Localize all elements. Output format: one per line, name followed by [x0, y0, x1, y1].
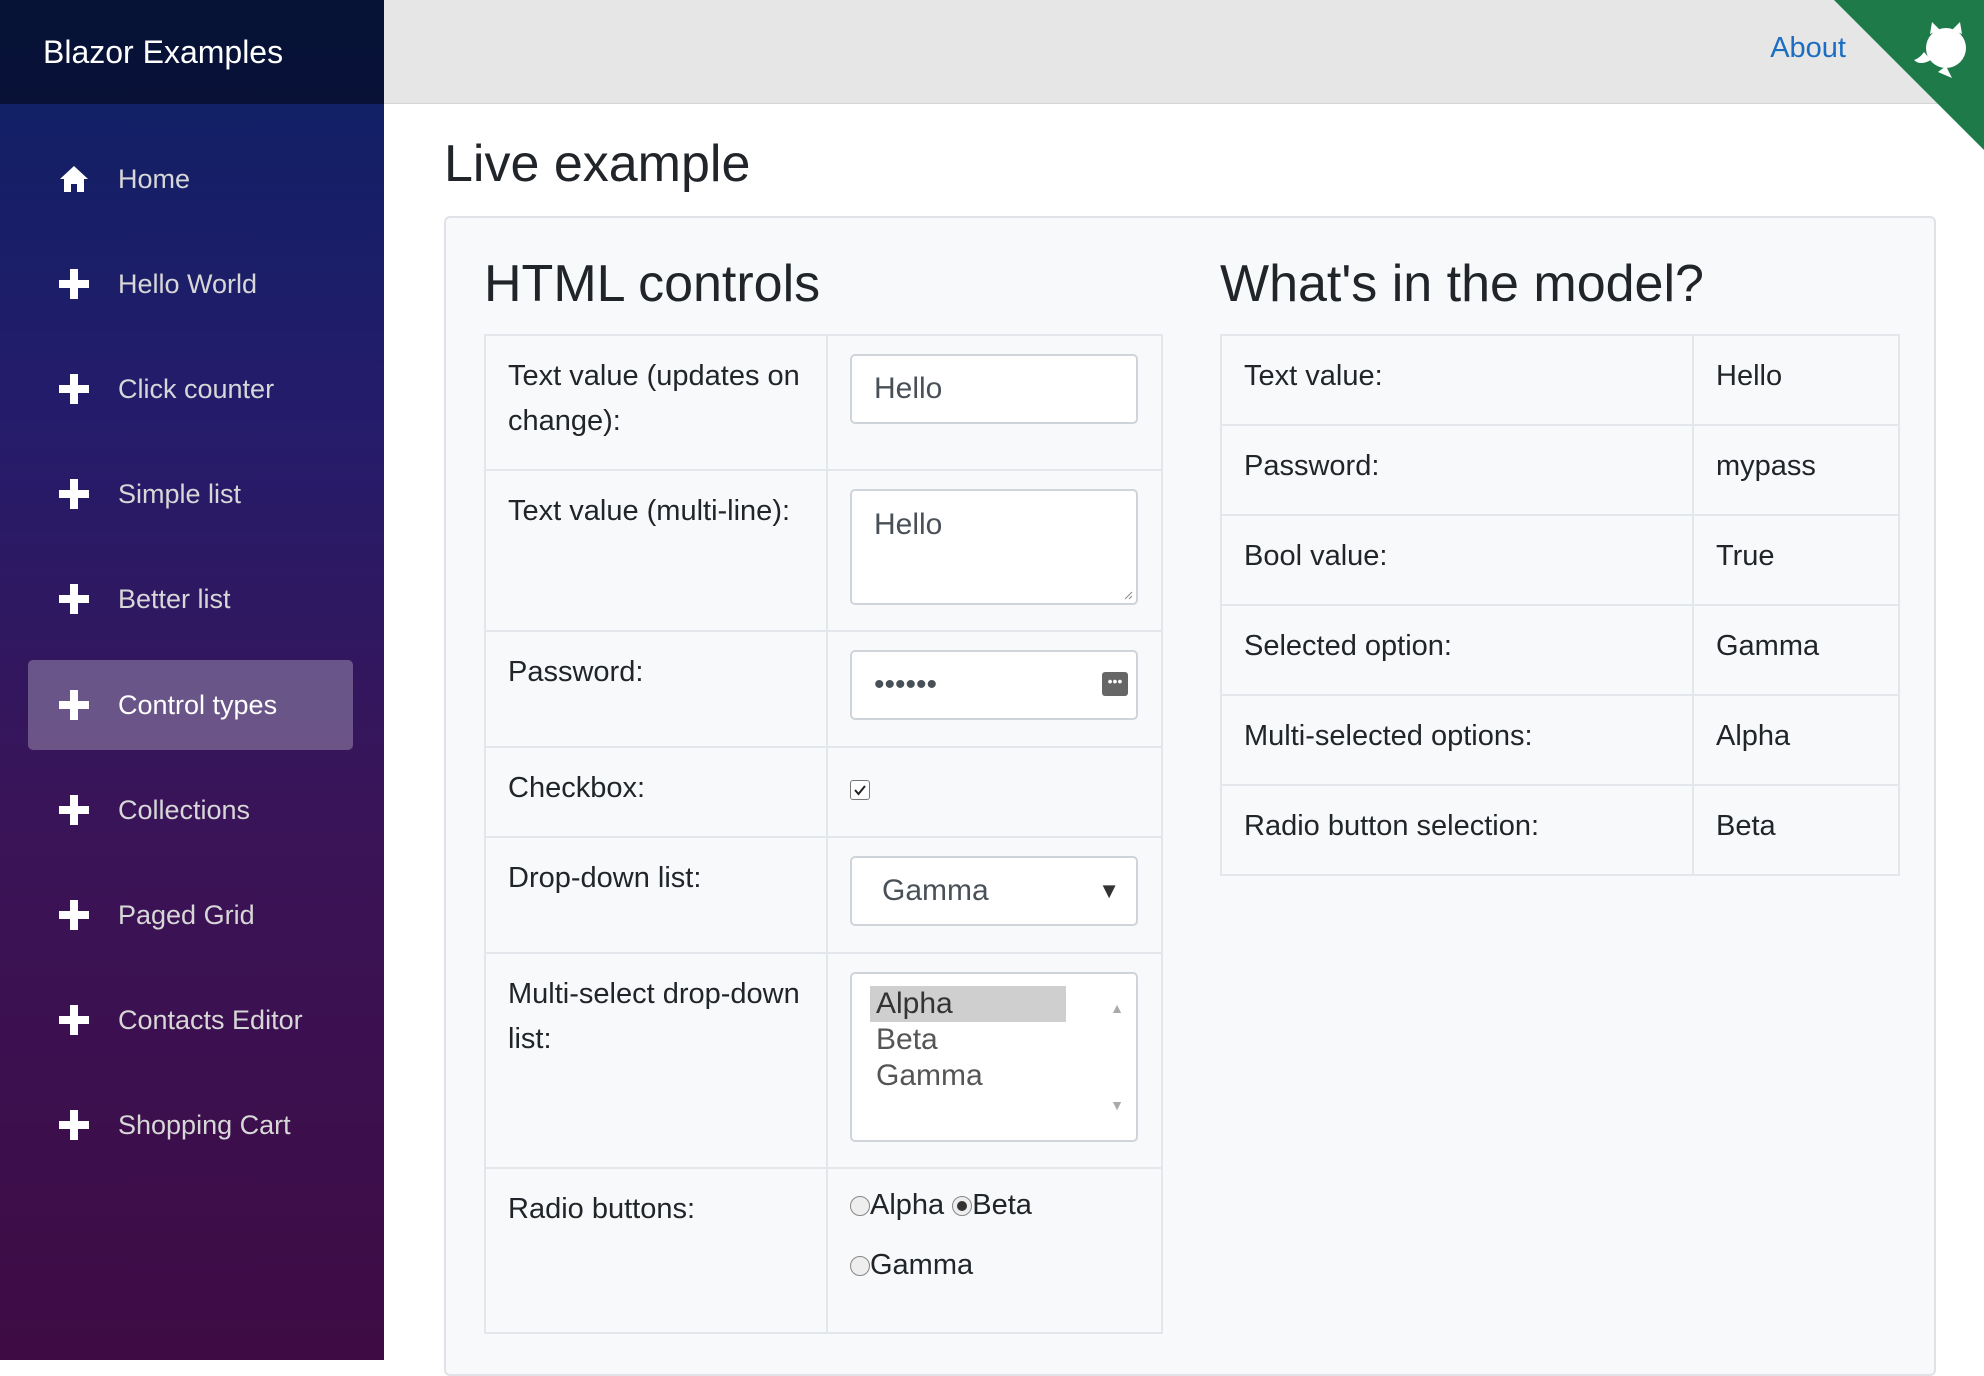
model-value: Beta [1692, 784, 1900, 876]
nav-label: Shopping Cart [118, 1109, 291, 1140]
multiselect-option-alpha[interactable]: Alpha [870, 986, 1066, 1022]
model-label: Multi-selected options: [1220, 694, 1694, 786]
multiselect-list[interactable]: Alpha Beta Gamma ▲ ▼ [850, 972, 1138, 1142]
model-label: Password: [1220, 424, 1694, 516]
model-label: Bool value: [1220, 514, 1694, 606]
nav-item-contacts-editor[interactable]: Contacts Editor [28, 975, 353, 1065]
plus-icon [57, 372, 91, 406]
scroll-down-icon[interactable]: ▼ [1110, 1083, 1124, 1128]
dropdown-select[interactable]: Gamma ▼ [850, 856, 1138, 926]
radio-label: Radio buttons: [484, 1167, 828, 1334]
radio-gamma-label: Gamma [870, 1249, 974, 1281]
controls-title: HTML controls [484, 255, 821, 313]
example-panel: HTML controls Text value (updates on cha… [444, 216, 1936, 1376]
text-value-label: Text value (updates on change): [484, 334, 828, 471]
radio-alpha-label: Alpha [870, 1189, 945, 1221]
dropdown-label: Drop-down list: [484, 836, 828, 954]
plus-icon [57, 793, 91, 827]
radio-row: Alpha Beta [850, 1175, 1139, 1235]
plus-icon [57, 267, 91, 301]
radio-gamma[interactable] [850, 1256, 870, 1276]
plus-icon [57, 477, 91, 511]
model-value: Gamma [1692, 604, 1900, 696]
dropdown-value: Gamma [882, 874, 989, 907]
multiselect-label: Multi-select drop-down list: [484, 952, 828, 1169]
nav-item-better-list[interactable]: Better list [28, 554, 353, 644]
model-label: Text value: [1220, 334, 1694, 426]
top-bar: About [384, 0, 1984, 150]
nav-item-collections[interactable]: Collections [28, 765, 353, 855]
plus-icon [57, 688, 91, 722]
model-value: Alpha [1692, 694, 1900, 786]
nav-label: Simple list [118, 478, 242, 509]
controls-table: Text value (updates on change): Hello Te… [484, 334, 1163, 1334]
multiline-textarea[interactable]: Hello [850, 489, 1138, 605]
model-value: mypass [1692, 424, 1900, 516]
nav-label: Contacts Editor [118, 1004, 303, 1035]
nav-label: Collections [118, 794, 251, 825]
model-table: Text value: Hello Password: mypass Bool va… [1220, 334, 1900, 876]
brand-title[interactable]: Blazor Examples [0, 0, 384, 104]
model-label: Selected option: [1220, 604, 1694, 696]
nav-label: Control types [118, 689, 278, 720]
nav-label: Hello World [118, 268, 258, 299]
github-icon[interactable] [1834, 0, 1984, 150]
password-reveal-icon[interactable]: ••• [1102, 672, 1128, 696]
nav-item-paged-grid[interactable]: Paged Grid [28, 870, 353, 960]
multiline-label: Text value (multi-line): [484, 469, 828, 632]
multiselect-option-gamma[interactable]: Gamma [870, 1058, 1066, 1094]
text-input[interactable]: Hello [850, 354, 1138, 424]
plus-icon [57, 1108, 91, 1142]
nav-item-shopping-cart[interactable]: Shopping Cart [28, 1080, 353, 1170]
nav-item-hello-world[interactable]: Hello World [28, 239, 353, 329]
scroll-up-icon[interactable]: ▲ [1110, 986, 1124, 1031]
nav-item-home[interactable]: Home [28, 134, 353, 224]
password-dots: •••••• [874, 668, 938, 701]
nav-item-click-counter[interactable]: Click counter [28, 344, 353, 434]
plus-icon [57, 1003, 91, 1037]
chevron-down-icon: ▼ [1098, 878, 1120, 903]
password-label: Password: [484, 630, 828, 748]
plus-icon [57, 898, 91, 932]
home-icon [57, 162, 91, 196]
checkbox-label: Checkbox: [484, 746, 828, 838]
model-value: Hello [1692, 334, 1900, 426]
model-label: Radio button selection: [1220, 784, 1694, 876]
nav-label: Paged Grid [118, 899, 255, 930]
password-input[interactable]: •••••• ••• [850, 650, 1138, 720]
nav-label: Click counter [118, 373, 275, 404]
nav-label: Home [118, 163, 191, 194]
bool-checkbox[interactable] [850, 780, 870, 800]
resize-grip-icon[interactable] [1123, 590, 1133, 600]
plus-icon [57, 582, 91, 616]
sidebar: Blazor Examples Home Hello World Click c… [0, 0, 384, 1360]
radio-row: Gamma [850, 1235, 1139, 1295]
nav-item-simple-list[interactable]: Simple list [28, 449, 353, 539]
radio-alpha[interactable] [850, 1196, 870, 1216]
model-title: What's in the model? [1220, 255, 1704, 313]
checkmark-icon [854, 785, 866, 796]
nav-item-control-types[interactable]: Control types [28, 660, 353, 750]
page-title: Live example [444, 135, 751, 193]
nav-label: Better list [118, 583, 231, 614]
radio-beta-label: Beta [972, 1189, 1032, 1221]
radio-beta[interactable] [952, 1196, 973, 1216]
model-value: True [1692, 514, 1900, 606]
multiselect-option-beta[interactable]: Beta [870, 1022, 1066, 1058]
multiline-value: Hello [874, 508, 943, 541]
